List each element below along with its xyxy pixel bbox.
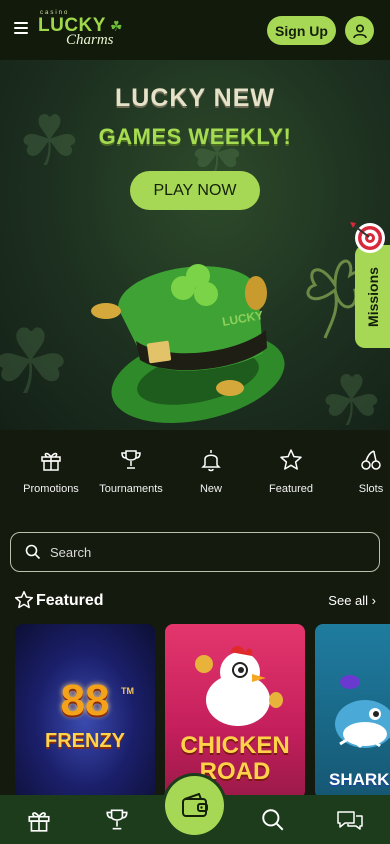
wallet-button[interactable] [165, 776, 224, 835]
app-screen: casino LUCKY Charms ☘ Sign Up ☘ ☘ ☘ ☘ LU… [0, 0, 390, 844]
hero-banner[interactable]: ☘ ☘ ☘ ☘ LUCKY NEW GAMES WEEKLY! PLAY NOW… [0, 60, 390, 430]
clover-decoration-icon: ☘ [320, 362, 383, 430]
chat-icon[interactable] [335, 805, 365, 835]
signup-button[interactable]: Sign Up [267, 16, 336, 45]
game-card-shark[interactable]: SHARK [315, 624, 390, 799]
game-title: CHICKEN [180, 732, 290, 759]
category-tournaments[interactable]: Tournaments [91, 448, 171, 508]
game-title: 88 [60, 676, 110, 725]
search-input[interactable] [50, 544, 350, 560]
menu-icon[interactable] [14, 22, 28, 34]
chicken-illustration [195, 646, 283, 726]
clover-decoration-icon: ☘ [0, 313, 71, 413]
category-label: Featured [268, 483, 314, 495]
featured-title: Featured [36, 592, 104, 609]
leprechaun-hat-illustration: LUCKY [91, 264, 285, 423]
category-label: New [199, 483, 222, 495]
featured-section-header: Featured See all › [14, 590, 380, 614]
trophy-icon[interactable] [102, 805, 132, 835]
shark-illustration [335, 675, 390, 748]
gift-icon[interactable] [24, 805, 54, 835]
search-box[interactable] [10, 532, 380, 572]
category-label: Tournaments [99, 483, 163, 495]
brand-logo[interactable]: casino LUCKY Charms ☘ [38, 10, 128, 48]
user-icon [352, 23, 367, 38]
logo-charms-text: Charms [66, 32, 114, 48]
top-header: casino LUCKY Charms ☘ Sign Up [0, 0, 390, 60]
search-icon[interactable] [258, 805, 288, 835]
cherries-icon [359, 448, 383, 472]
see-all-link[interactable]: See all › [328, 593, 376, 608]
game-card-88-frenzy[interactable]: 88 TM FRENZY [15, 624, 155, 799]
category-label: Promotions [23, 483, 79, 495]
game-title: FRENZY [45, 730, 125, 752]
category-new[interactable]: New [171, 448, 251, 508]
game-card-chicken-road[interactable]: CHICKEN ROAD [165, 624, 305, 799]
trademark-text: TM [121, 686, 134, 696]
hero-subheadline: GAMES WEEKLY! [98, 124, 292, 149]
hero-headline: LUCKY NEW [115, 84, 275, 112]
star-icon [279, 448, 303, 472]
target-icon [350, 222, 385, 253]
bell-icon [199, 448, 223, 472]
gift-icon [39, 448, 63, 472]
star-icon [14, 590, 34, 609]
category-bar: Promotions Tournaments New Featured Slot… [0, 448, 390, 508]
missions-tab-label[interactable]: Missions [355, 245, 390, 348]
category-featured[interactable]: Featured [251, 448, 331, 508]
clover-icon: ☘ [110, 18, 123, 34]
search-icon [25, 544, 41, 560]
category-label: Slots [358, 483, 384, 495]
category-promotions[interactable]: Promotions [11, 448, 91, 508]
wallet-icon [181, 792, 208, 817]
trophy-icon [119, 448, 143, 472]
category-slots[interactable]: Slots [331, 448, 390, 508]
game-title: SHARK [329, 770, 390, 789]
profile-button[interactable] [345, 16, 374, 45]
play-now-button[interactable]: PLAY NOW [130, 171, 260, 210]
